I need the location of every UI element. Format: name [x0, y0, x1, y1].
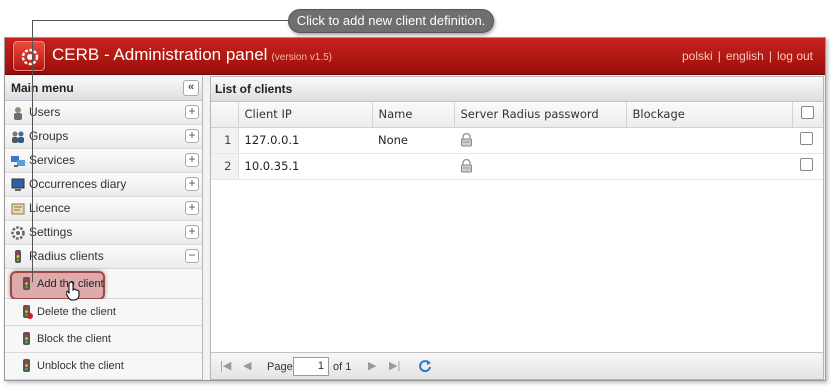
sidebar-item-services[interactable]: Services +	[5, 149, 202, 173]
table-row[interactable]: 1 127.0.0.1 None	[211, 127, 823, 154]
cell-client-ip: 127.0.0.1	[238, 127, 372, 154]
main-menu-sidebar: Main menu « Users + Groups + Services + …	[5, 76, 203, 380]
clients-table: Client IP Name Server Radius password Bl…	[211, 102, 823, 180]
sidebar-item-label: Groups	[29, 129, 69, 143]
page-count-label: of 1	[333, 361, 352, 373]
block-client-icon	[23, 332, 30, 345]
app-title-text: CERB - Administration panel	[52, 45, 268, 64]
cell-select	[792, 127, 823, 154]
app-header: CERB - Administration panel (version v1.5…	[5, 38, 825, 75]
main-menu-title: Main menu	[11, 81, 74, 95]
submenu-unblock-client[interactable]: Unblock the client	[5, 353, 202, 380]
collapse-menu-button[interactable]: «	[183, 80, 199, 96]
sidebar-item-radius-clients[interactable]: Radius clients −	[5, 245, 202, 269]
sidebar-item-label: Services	[29, 153, 76, 167]
column-blockage[interactable]: Blockage	[626, 102, 793, 128]
submenu-label: Unblock the client	[37, 360, 124, 372]
column-server-radius-password[interactable]: Server Radius password	[454, 102, 627, 128]
user-icon	[14, 107, 22, 120]
callout-guide-line	[32, 20, 288, 21]
sidebar-item-licence[interactable]: Licence +	[5, 197, 202, 221]
table-row[interactable]: 2 10.0.35.1	[211, 153, 823, 180]
hand-cursor-icon	[66, 281, 80, 301]
row-checkbox[interactable]	[800, 158, 813, 171]
expand-users-button[interactable]: +	[185, 105, 199, 119]
cell-blockage	[626, 153, 792, 180]
clients-panel: List of clients Client IP Name Server Ra…	[210, 76, 824, 380]
sidebar-item-groups[interactable]: Groups +	[5, 125, 202, 149]
cell-client-ip: 10.0.35.1	[238, 153, 372, 180]
lock-icon	[461, 159, 472, 173]
header-links: polski | english | log out	[682, 49, 813, 63]
admin-window: CERB - Administration panel (version v1.5…	[4, 37, 826, 381]
row-number-header	[211, 102, 239, 128]
sidebar-item-label: Licence	[29, 201, 71, 215]
cell-select	[792, 153, 823, 180]
prev-page-icon[interactable]: ◀	[243, 359, 251, 373]
select-all-header	[792, 102, 823, 128]
main-menu-header: Main menu «	[5, 76, 202, 101]
monitor-icon	[11, 178, 25, 191]
expand-settings-button[interactable]: +	[185, 225, 199, 239]
services-icon	[11, 156, 25, 167]
column-client-ip[interactable]: Client IP	[238, 102, 373, 128]
link-separator: |	[717, 49, 721, 63]
cell-name: None	[372, 127, 454, 154]
expand-services-button[interactable]: +	[185, 153, 199, 167]
callout-guide-line-vertical	[32, 20, 33, 282]
traffic-light-icon	[15, 250, 21, 263]
column-name[interactable]: Name	[372, 102, 455, 128]
last-page-icon[interactable]: ▶|	[389, 359, 400, 373]
tooltip-callout: Click to add new client definition.	[288, 9, 494, 33]
sidebar-item-label: Radius clients	[29, 249, 104, 263]
lock-icon	[461, 133, 472, 147]
collapse-radius-clients-button[interactable]: −	[185, 249, 199, 263]
cell-blockage	[626, 127, 792, 154]
cerb-logo	[13, 41, 45, 71]
app-version: (version v1.5)	[271, 52, 333, 63]
lang-english-link[interactable]: english	[726, 49, 764, 63]
expand-licence-button[interactable]: +	[185, 201, 199, 215]
delete-client-icon	[23, 305, 33, 319]
sidebar-item-occurrences[interactable]: Occurrences diary +	[5, 173, 202, 197]
pagination-toolbar: |◀ ◀ Page 1 of 1 ▶ ▶|	[211, 352, 823, 379]
cell-name	[372, 153, 454, 180]
row-number: 2	[211, 153, 239, 180]
page-label: Page	[267, 361, 293, 373]
logout-link[interactable]: log out	[777, 49, 813, 63]
submenu-add-client[interactable]: Add the client	[5, 269, 202, 300]
expand-occurrences-button[interactable]: +	[185, 177, 199, 191]
table-header-row: Client IP Name Server Radius password Bl…	[211, 102, 823, 128]
row-number: 1	[211, 127, 239, 154]
submenu-label: Delete the client	[37, 306, 116, 318]
link-separator: |	[768, 49, 772, 63]
sidebar-item-label: Occurrences diary	[29, 177, 127, 191]
logo-gear-icon	[21, 48, 39, 66]
expand-groups-button[interactable]: +	[185, 129, 199, 143]
sidebar-item-label: Settings	[29, 225, 73, 239]
licence-icon	[11, 203, 25, 215]
panel-title: List of clients	[211, 77, 823, 102]
row-checkbox[interactable]	[800, 132, 813, 145]
select-all-checkbox[interactable]	[800, 106, 814, 120]
page-number-input[interactable]: 1	[293, 357, 329, 376]
submenu-delete-client[interactable]: Delete the client	[5, 299, 202, 326]
sidebar-item-users[interactable]: Users +	[5, 101, 202, 125]
submenu-block-client[interactable]: Block the client	[5, 326, 202, 353]
cell-password	[454, 127, 626, 154]
gear-icon	[11, 226, 25, 240]
app-title: CERB - Administration panel (version v1.5…	[52, 45, 332, 65]
first-page-icon[interactable]: |◀	[220, 359, 231, 373]
sidebar-item-settings[interactable]: Settings +	[5, 221, 202, 245]
sidebar-item-label: Users	[29, 105, 61, 119]
group-icon	[12, 131, 24, 143]
lang-polski-link[interactable]: polski	[682, 49, 713, 63]
next-page-icon[interactable]: ▶	[368, 359, 376, 373]
cell-password	[454, 153, 626, 180]
unblock-client-icon	[23, 359, 30, 372]
submenu-label: Block the client	[37, 333, 111, 345]
refresh-icon[interactable]	[418, 359, 432, 373]
